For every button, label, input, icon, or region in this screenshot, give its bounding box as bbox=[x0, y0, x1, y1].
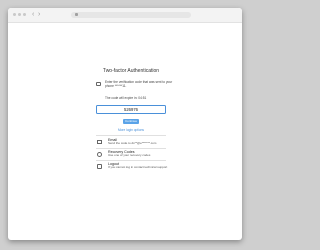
message-icon bbox=[96, 82, 101, 86]
divider bbox=[96, 160, 166, 161]
option-description: Send the code to ds**@e*******.com bbox=[108, 141, 157, 145]
address-bar[interactable] bbox=[71, 12, 191, 18]
verification-message: Enter the verification code that was sen… bbox=[105, 80, 173, 88]
close-window-icon[interactable] bbox=[13, 13, 16, 16]
lock-icon bbox=[75, 13, 78, 16]
back-button[interactable]: ‹ bbox=[32, 11, 34, 19]
more-login-options-link[interactable]: More login options bbox=[84, 128, 178, 132]
divider bbox=[96, 148, 166, 149]
browser-toolbar: ‹ › bbox=[8, 8, 242, 23]
verification-code-input[interactable] bbox=[96, 105, 166, 114]
envelope-icon bbox=[97, 140, 102, 144]
expiry-text: The code will expire in: 04:51 bbox=[105, 96, 147, 100]
key-icon bbox=[97, 152, 102, 157]
option-description: Use one of your recovery codes bbox=[108, 153, 151, 157]
maximize-window-icon[interactable] bbox=[23, 13, 26, 16]
option-description: If you cannot log in contact technical s… bbox=[108, 165, 168, 169]
page-title: Two-factor Authentication bbox=[102, 68, 160, 74]
divider bbox=[96, 135, 166, 136]
window-controls bbox=[13, 13, 28, 17]
forward-button[interactable]: › bbox=[38, 11, 40, 19]
browser-window: ‹ › Two-factor Authentication Enter the … bbox=[8, 8, 242, 240]
logout-icon bbox=[97, 164, 102, 169]
minimize-window-icon[interactable] bbox=[18, 13, 21, 16]
continue-button[interactable]: Continue bbox=[123, 119, 139, 124]
